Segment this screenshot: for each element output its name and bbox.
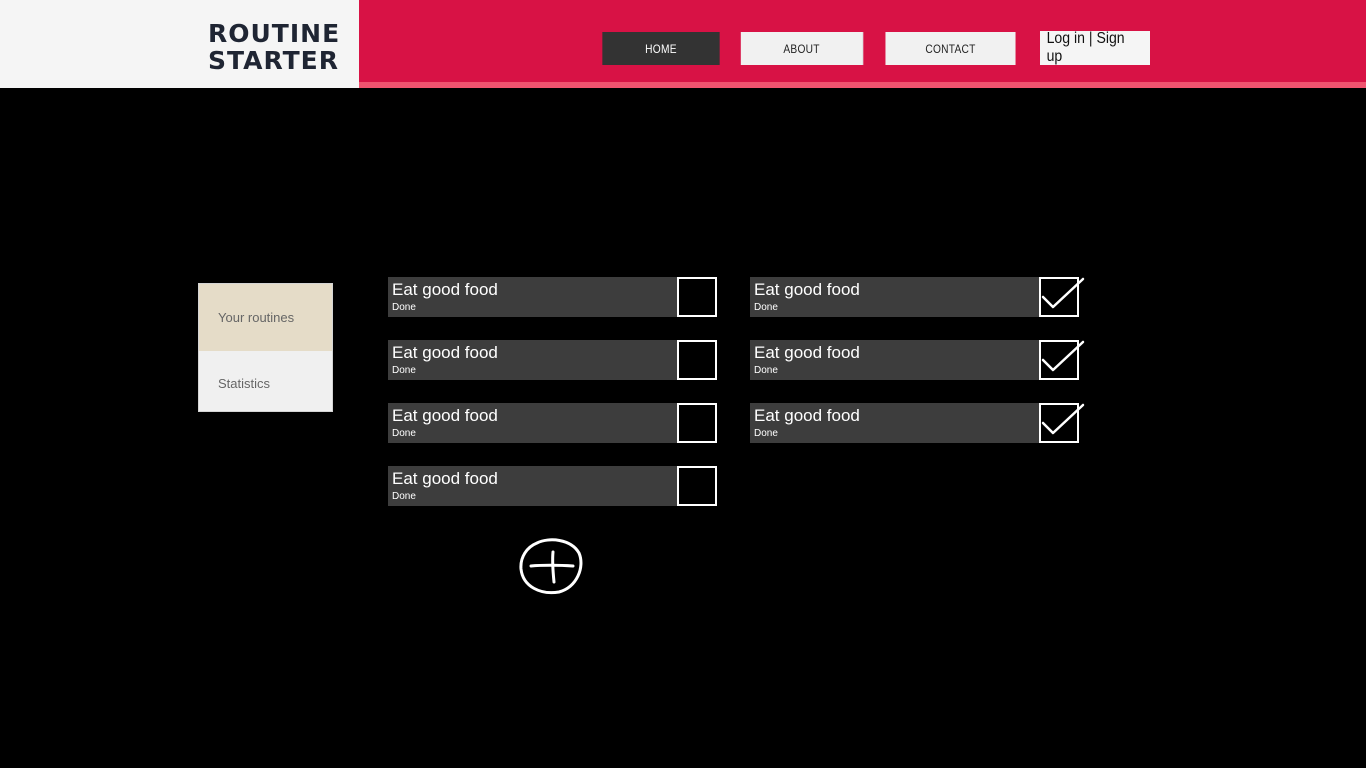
routine-status: Done bbox=[392, 365, 416, 376]
nav-home[interactable]: HOME bbox=[602, 32, 720, 65]
routine-card[interactable]: Eat good food Done bbox=[388, 340, 717, 380]
site-logo[interactable]: ROUTINE STARTER bbox=[208, 20, 340, 74]
routine-checkbox-checked[interactable] bbox=[1039, 403, 1085, 443]
checkmark-icon bbox=[1041, 340, 1085, 372]
main-nav: HOME ABOUT CONTACT bbox=[592, 32, 1027, 65]
routine-checkbox[interactable] bbox=[677, 340, 717, 380]
routine-checkbox[interactable] bbox=[677, 277, 717, 317]
sidebar: Your routines Statistics bbox=[198, 283, 333, 412]
routine-status: Done bbox=[754, 365, 778, 376]
routine-card[interactable]: Eat good food Done bbox=[388, 277, 717, 317]
logo-line-2: STARTER bbox=[208, 46, 339, 75]
header-stripe bbox=[359, 82, 1366, 88]
routine-card[interactable]: Eat good food Done bbox=[388, 403, 717, 443]
routine-card[interactable]: Eat good food Done bbox=[750, 340, 1085, 380]
routine-checkbox-checked[interactable] bbox=[1039, 277, 1085, 317]
logo-line-1: ROUTINE bbox=[208, 19, 341, 48]
routine-title: Eat good food bbox=[392, 469, 498, 488]
checkmark-icon bbox=[1041, 277, 1085, 309]
routine-title: Eat good food bbox=[392, 406, 498, 425]
sidebar-item-label: Your routines bbox=[218, 310, 295, 325]
routine-status: Done bbox=[392, 428, 416, 439]
routine-status: Done bbox=[754, 428, 778, 439]
routine-title: Eat good food bbox=[392, 343, 498, 362]
sidebar-item-your-routines[interactable]: Your routines bbox=[199, 284, 332, 351]
nav-contact[interactable]: CONTACT bbox=[885, 32, 1016, 65]
login-signup-button[interactable]: Log in | Sign up bbox=[1040, 30, 1150, 65]
routine-checkbox[interactable] bbox=[677, 403, 717, 443]
routine-status: Done bbox=[392, 302, 416, 313]
logo-area: ROUTINE STARTER bbox=[0, 0, 359, 88]
routine-status: Done bbox=[392, 491, 416, 502]
routine-title: Eat good food bbox=[754, 343, 860, 362]
checkmark-icon bbox=[1041, 403, 1085, 435]
routine-card[interactable]: Eat good food Done bbox=[750, 277, 1085, 317]
sidebar-item-label: Statistics bbox=[218, 375, 271, 391]
sidebar-item-statistics[interactable]: Statistics bbox=[199, 351, 332, 415]
routine-checkbox-checked[interactable] bbox=[1039, 340, 1085, 380]
routine-title: Eat good food bbox=[754, 280, 860, 299]
nav-about[interactable]: ABOUT bbox=[740, 32, 864, 65]
routine-title: Eat good food bbox=[392, 280, 498, 299]
routine-status: Done bbox=[754, 302, 778, 313]
plus-circle-icon bbox=[519, 538, 583, 595]
routine-checkbox[interactable] bbox=[677, 466, 717, 506]
login-signup-label: Log in | Sign up bbox=[1046, 30, 1125, 65]
routine-title: Eat good food bbox=[754, 406, 860, 425]
routine-card[interactable]: Eat good food Done bbox=[750, 403, 1085, 443]
add-routine-button[interactable] bbox=[519, 537, 585, 595]
routine-card[interactable]: Eat good food Done bbox=[388, 466, 717, 506]
